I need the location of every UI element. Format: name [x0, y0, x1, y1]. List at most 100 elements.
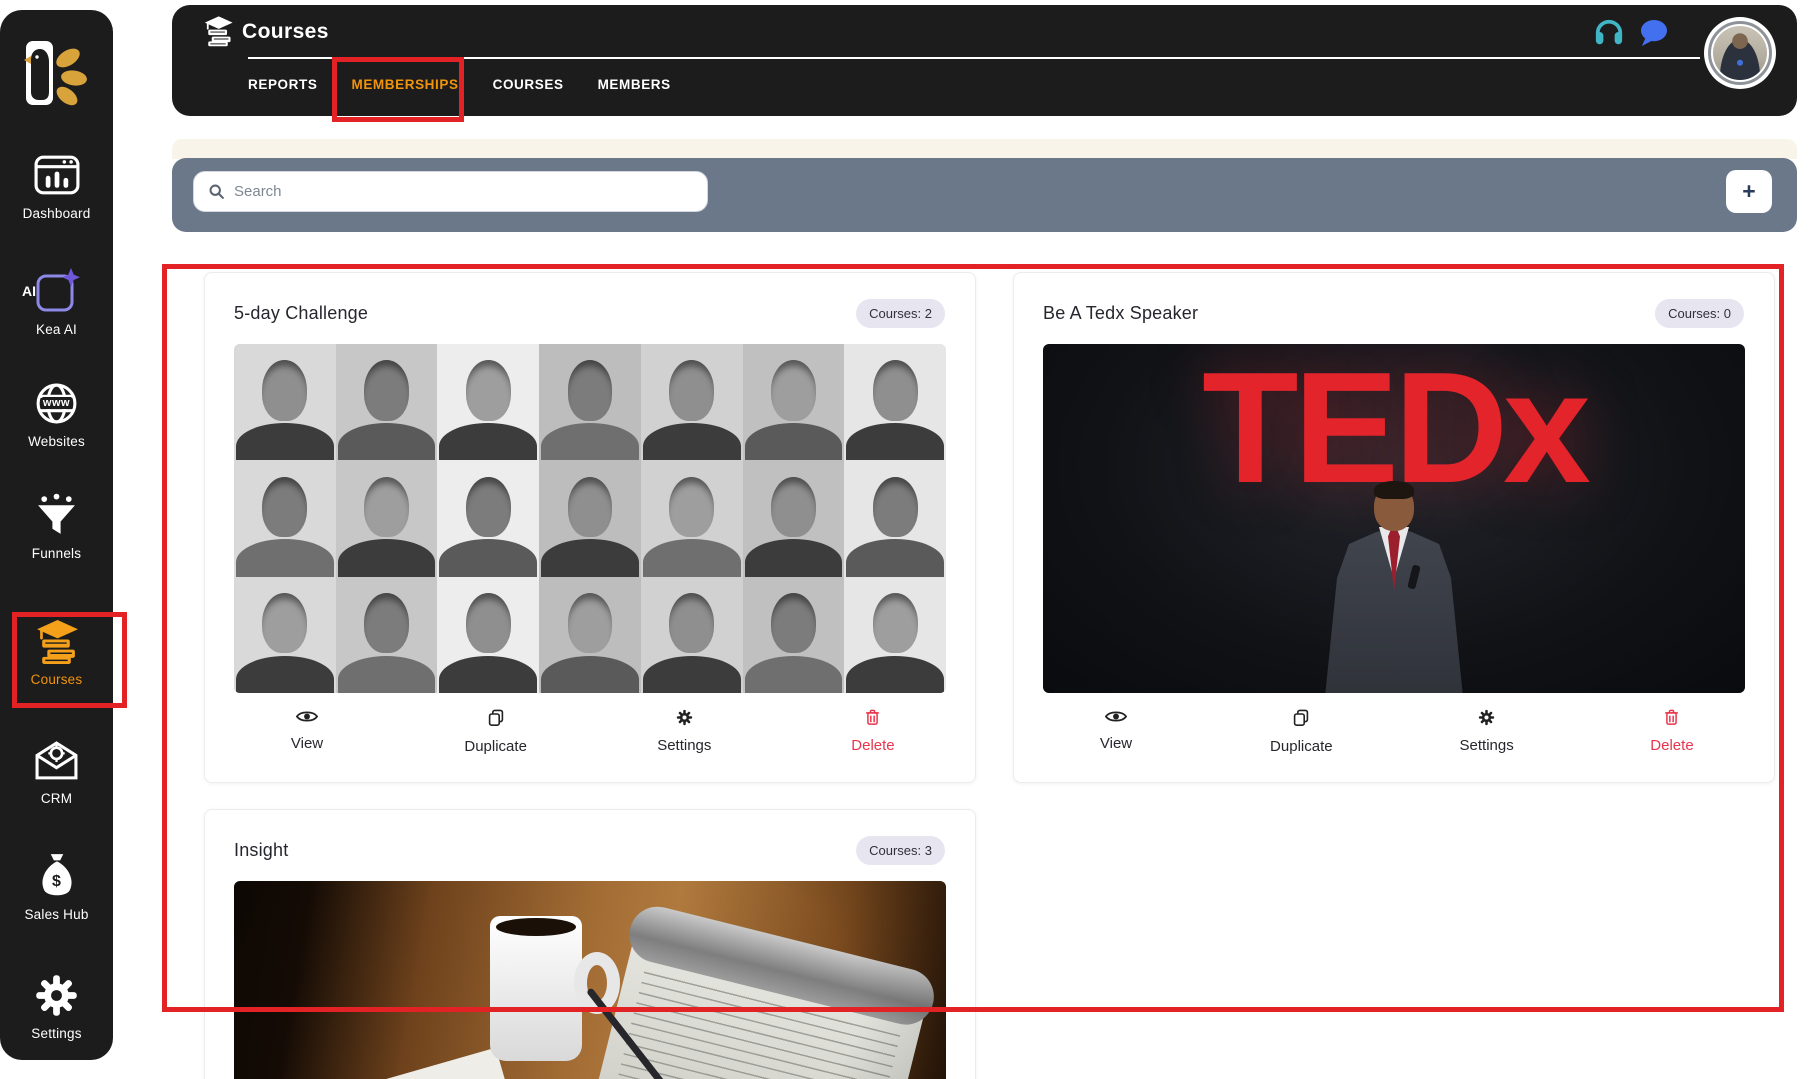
envelope-gear-icon	[0, 735, 113, 785]
globe-icon: www	[0, 378, 113, 428]
portrait-cell	[336, 460, 438, 576]
gear-icon	[0, 970, 113, 1020]
add-membership-button[interactable]: +	[1726, 170, 1772, 213]
portrait-cell	[641, 577, 743, 693]
notebook	[594, 931, 927, 1079]
sidebar: Dashboard AI Kea AI www Website	[0, 10, 113, 1060]
membership-card-5-day-challenge: 5-day Challenge Courses: 2 View Duplicat…	[204, 272, 976, 783]
avatar-ring	[1708, 21, 1772, 85]
courses-books-icon	[0, 616, 113, 666]
paper-sheet	[234, 1048, 559, 1079]
coffee-mug	[490, 916, 582, 1061]
card-title: Be A Tedx Speaker	[1043, 303, 1198, 324]
header-tabs: REPORTS MEMBERSHIPS COURSES MEMBERS	[248, 67, 671, 101]
portrait-cell	[437, 344, 539, 460]
toolbar: +	[172, 158, 1797, 232]
duplicate-button[interactable]: Duplicate	[1255, 709, 1347, 755]
sidebar-item-websites[interactable]: www Websites	[0, 378, 113, 449]
page-header: Courses REPORTS MEMBERSHIPS COURSES MEMB…	[172, 5, 1797, 116]
tab-courses[interactable]: COURSES	[493, 77, 564, 92]
membership-card-tedx-speaker: Be A Tedx Speaker Courses: 0 TEDx View D…	[1013, 272, 1775, 783]
course-count-badge: Courses: 3	[856, 836, 945, 865]
app-root: Dashboard AI Kea AI www Website	[0, 0, 1817, 1079]
action-label: Duplicate	[1270, 738, 1333, 755]
support-headset-icon[interactable]	[1594, 18, 1624, 51]
membership-cover-image-desk	[234, 881, 946, 1079]
trash-icon	[1664, 709, 1679, 731]
eye-icon	[296, 709, 318, 729]
membership-cover-image-portraits	[234, 344, 946, 693]
action-label: Delete	[1650, 737, 1693, 754]
sidebar-item-label: Dashboard	[0, 206, 113, 221]
tab-reports[interactable]: REPORTS	[248, 77, 317, 92]
tab-members[interactable]: MEMBERS	[598, 77, 671, 92]
eye-icon	[1105, 709, 1127, 729]
sidebar-item-label: Courses	[0, 672, 113, 687]
portrait-cell	[234, 344, 336, 460]
sidebar-item-label: Sales Hub	[0, 907, 113, 922]
sidebar-item-crm[interactable]: CRM	[0, 735, 113, 806]
dashboard-icon	[0, 150, 113, 200]
portrait-cell	[743, 344, 845, 460]
action-label: View	[1100, 735, 1132, 752]
card-actions: View Duplicate	[205, 709, 975, 755]
gear-icon	[676, 709, 693, 731]
user-avatar[interactable]	[1704, 17, 1776, 89]
sidebar-item-label: Funnels	[0, 546, 113, 561]
duplicate-button[interactable]: Duplicate	[450, 709, 542, 755]
card-actions: View Duplicate	[1014, 709, 1774, 755]
sidebar-item-funnels[interactable]: Funnels	[0, 490, 113, 561]
portrait-cell	[641, 344, 743, 460]
portrait-cell	[539, 344, 641, 460]
avatar-photo	[1713, 26, 1767, 80]
dollar-icon-text: $	[52, 873, 61, 891]
delete-button[interactable]: Delete	[1626, 709, 1718, 755]
portrait-cell	[336, 577, 438, 693]
www-icon-text: www	[42, 397, 71, 409]
portrait-cell	[743, 577, 845, 693]
page-title: Courses	[242, 20, 329, 44]
course-count-badge: Courses: 0	[1655, 299, 1744, 328]
header-divider	[248, 57, 1700, 59]
courses-title-icon	[202, 15, 234, 52]
settings-button[interactable]: Settings	[638, 709, 730, 755]
trash-icon	[865, 709, 880, 731]
sidebar-item-label: Kea AI	[0, 322, 113, 337]
tab-memberships[interactable]: MEMBERSHIPS	[351, 77, 458, 92]
action-label: Settings	[657, 737, 711, 754]
money-bag-icon: $	[0, 851, 113, 901]
sidebar-item-label: CRM	[0, 791, 113, 806]
funnel-icon	[0, 490, 113, 540]
delete-button[interactable]: Delete	[827, 709, 919, 755]
card-title: 5-day Challenge	[234, 303, 368, 324]
copy-icon	[1293, 709, 1309, 732]
pen	[586, 987, 690, 1079]
search-box[interactable]	[193, 171, 708, 212]
gear-icon	[1478, 709, 1495, 731]
portrait-cell	[641, 460, 743, 576]
action-label: Delete	[851, 737, 894, 754]
view-button[interactable]: View	[1070, 709, 1162, 755]
portrait-cell	[844, 344, 946, 460]
copy-icon	[488, 709, 504, 732]
search-input[interactable]	[234, 183, 707, 200]
portrait-cell	[437, 460, 539, 576]
action-label: Settings	[1460, 737, 1514, 754]
mug-handle	[574, 952, 620, 1014]
sidebar-item-settings[interactable]: Settings	[0, 970, 113, 1041]
portrait-cell	[234, 577, 336, 693]
portrait-cell	[844, 577, 946, 693]
sidebar-item-sales-hub[interactable]: $ Sales Hub	[0, 851, 113, 922]
chat-bubble-icon[interactable]	[1639, 19, 1668, 52]
portrait-cell	[336, 344, 438, 460]
sidebar-item-courses[interactable]: Courses	[0, 616, 113, 687]
portrait-cell	[844, 460, 946, 576]
sidebar-item-label: Websites	[0, 434, 113, 449]
sidebar-item-dashboard[interactable]: Dashboard	[0, 150, 113, 221]
settings-button[interactable]: Settings	[1441, 709, 1533, 755]
view-button[interactable]: View	[261, 709, 353, 755]
membership-card-insight: Insight Courses: 3	[204, 809, 976, 1079]
kea-logo[interactable]	[24, 36, 88, 112]
course-count-badge: Courses: 2	[856, 299, 945, 328]
sidebar-item-kea-ai[interactable]: AI Kea AI	[0, 266, 113, 337]
